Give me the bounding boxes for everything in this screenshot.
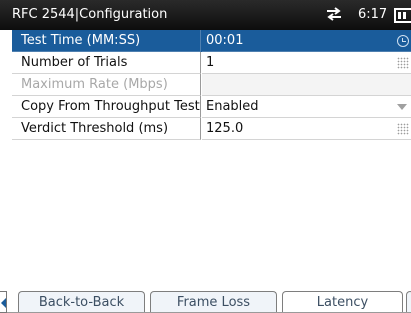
window-title: RFC 2544|Configuration bbox=[12, 7, 168, 22]
setting-value: 125.0 bbox=[206, 121, 244, 136]
setting-row-maximum-rate: Maximum Rate (Mbps) bbox=[12, 74, 411, 96]
setting-label: Maximum Rate (Mbps) bbox=[12, 74, 201, 96]
setting-label: Number of Trials bbox=[12, 52, 201, 74]
setting-row-verdict-threshold[interactable]: Verdict Threshold (ms) 125.0 bbox=[12, 118, 411, 140]
maximum-rate-field bbox=[202, 74, 411, 96]
verdict-threshold-field[interactable]: 125.0 bbox=[202, 118, 411, 140]
copy-from-throughput-select[interactable]: Enabled bbox=[202, 96, 411, 118]
number-of-trials-field[interactable]: 1 bbox=[202, 52, 411, 74]
setting-label: Copy From Throughput Test bbox=[12, 96, 201, 118]
tab-frame-loss[interactable]: Frame Loss bbox=[150, 291, 277, 313]
tab-latency[interactable]: Latency bbox=[282, 291, 403, 313]
clock-icon[interactable] bbox=[397, 35, 409, 47]
title-bar: RFC 2544|Configuration 6:17 bbox=[0, 0, 411, 30]
tab-bar: Back-to-Back Frame Loss Latency bbox=[0, 290, 411, 313]
setting-label: Verdict Threshold (ms) bbox=[12, 118, 201, 140]
setting-row-number-of-trials[interactable]: Number of Trials 1 bbox=[12, 52, 411, 74]
tab-back-to-back[interactable]: Back-to-Back bbox=[18, 291, 145, 313]
test-time-field[interactable]: 00:01 bbox=[202, 30, 411, 52]
setting-row-test-time[interactable]: Test Time (MM:SS) 00:01 bbox=[12, 30, 411, 52]
clock-time: 6:17 bbox=[358, 7, 388, 22]
arrow-left-icon[interactable] bbox=[1, 298, 6, 308]
chevron-down-icon[interactable] bbox=[397, 104, 407, 110]
tab-next-partial[interactable] bbox=[406, 291, 411, 313]
keypad-icon[interactable] bbox=[397, 123, 409, 135]
setting-value: Enabled bbox=[206, 99, 259, 114]
tab-scroll-left[interactable] bbox=[0, 291, 7, 313]
battery-icon bbox=[394, 8, 411, 23]
setting-value: 1 bbox=[206, 55, 215, 70]
setting-row-copy-from-throughput[interactable]: Copy From Throughput Test Enabled bbox=[12, 96, 411, 118]
setting-value: 00:01 bbox=[206, 33, 244, 48]
keypad-icon[interactable] bbox=[397, 57, 409, 69]
network-transfer-icon bbox=[327, 7, 341, 21]
setting-label: Test Time (MM:SS) bbox=[12, 30, 201, 52]
